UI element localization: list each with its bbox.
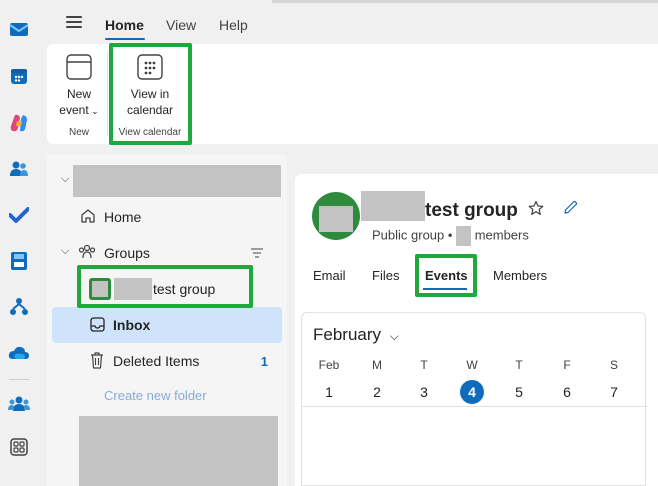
tab-events[interactable]: Events xyxy=(425,268,468,283)
folder-label-groups: Groups xyxy=(104,245,150,261)
tab-home-underline xyxy=(105,38,145,40)
calendar-day[interactable]: 7 xyxy=(600,380,628,404)
hamburger-menu-icon[interactable] xyxy=(66,16,82,28)
folder-item-groups[interactable]: ⌵ Groups xyxy=(47,235,282,271)
new-event-icon xyxy=(66,54,92,80)
create-new-folder-link[interactable]: Create new folder xyxy=(104,388,207,403)
folder-item-deleted[interactable]: Deleted Items 1 xyxy=(47,343,282,379)
ribbon-divider xyxy=(107,52,108,136)
calendar-day[interactable]: 3 xyxy=(410,380,438,404)
filter-icon[interactable] xyxy=(251,248,263,258)
calendar-month: February xyxy=(313,325,382,344)
redacted-block xyxy=(79,416,278,486)
calendar-card: February ⌵ Feb M T W T F S 1 2 3 4 5 6 7 xyxy=(301,312,647,486)
ribbon-group-new: New xyxy=(68,127,89,138)
calendar-day-name: W xyxy=(466,358,478,372)
calendar-day[interactable]: 5 xyxy=(505,380,533,404)
group-subtitle: Public group • members xyxy=(372,226,529,246)
group-visibility: Public group xyxy=(372,227,445,243)
chevron-down-icon[interactable]: ⌵ xyxy=(61,245,69,258)
rail-divider xyxy=(9,379,29,380)
more-apps-icon[interactable] xyxy=(8,436,30,458)
new-event-button[interactable]: New event ⌄ xyxy=(55,54,103,119)
calendar-day-name: M xyxy=(372,358,382,372)
folder-item-home[interactable]: Home xyxy=(47,199,282,235)
tab-help[interactable]: Help xyxy=(219,17,248,33)
group-avatar xyxy=(89,278,111,300)
calendar-day[interactable]: 1 xyxy=(315,380,343,404)
group-title-redacted xyxy=(361,191,425,221)
onedrive-app-icon[interactable] xyxy=(8,342,30,364)
member-count-redacted xyxy=(456,226,472,246)
group-title: test group xyxy=(425,200,518,221)
group-tabs: Email Files Events Members xyxy=(295,264,658,290)
folder-pane: ⌵ Home ⌵ Groups test group Inbox Deleted… xyxy=(47,155,287,486)
tab-view[interactable]: View xyxy=(166,17,196,33)
folder-item-inbox[interactable]: Inbox xyxy=(52,307,282,343)
view-in-calendar-button[interactable]: View in calendar xyxy=(115,54,185,118)
calendar-day[interactable]: 2 xyxy=(363,380,391,404)
top-menu-bar: Home View Help xyxy=(38,0,658,44)
calendar-day[interactable]: 6 xyxy=(553,380,581,404)
top-strip xyxy=(272,0,658,3)
groups-icon xyxy=(78,244,96,260)
calendar-app-icon[interactable] xyxy=(8,65,30,87)
ribbon: New event ⌄ New View in calendar View ca… xyxy=(47,44,658,144)
new-event-label-1: New xyxy=(66,87,91,101)
calendar-day-name: Feb xyxy=(318,358,340,372)
todo-app-icon[interactable] xyxy=(8,204,30,226)
groups-app-icon[interactable] xyxy=(8,393,30,415)
folder-item-group[interactable]: test group xyxy=(47,271,282,307)
edit-pencil-icon[interactable] xyxy=(563,200,578,215)
chevron-down-icon: ⌄ xyxy=(88,106,99,116)
calendar-day-name: T xyxy=(420,358,428,372)
account-name-redacted xyxy=(73,165,281,197)
calendar-day-name: F xyxy=(563,358,571,372)
ribbon-group-view-calendar: View calendar xyxy=(118,127,182,138)
inbox-icon xyxy=(90,317,105,332)
group-members-label[interactable]: members xyxy=(475,227,529,242)
tab-home[interactable]: Home xyxy=(105,17,144,33)
group-avatar-large xyxy=(312,192,360,240)
new-event-label-2: event ⌄ xyxy=(59,103,99,117)
tab-members[interactable]: Members xyxy=(493,268,547,283)
calendar-month-picker[interactable]: February ⌵ xyxy=(313,325,399,345)
folder-label-group: test group xyxy=(153,281,216,297)
calendar-day-name: S xyxy=(609,358,618,372)
trash-icon xyxy=(90,352,104,369)
deleted-count-badge: 1 xyxy=(260,353,268,369)
view-in-calendar-label-1: View in xyxy=(130,87,170,101)
org-app-icon[interactable] xyxy=(8,296,30,318)
notes-app-icon[interactable] xyxy=(8,250,30,272)
app-rail xyxy=(0,0,38,486)
folder-label-deleted: Deleted Items xyxy=(113,353,200,369)
calendar-dots-icon xyxy=(137,54,163,80)
group-name-redacted xyxy=(114,278,152,300)
calendar-divider xyxy=(302,406,647,407)
tab-email[interactable]: Email xyxy=(313,268,346,283)
tab-events-underline xyxy=(423,288,467,290)
chevron-down-icon: ⌵ xyxy=(389,329,399,343)
folder-label-inbox: Inbox xyxy=(113,317,151,333)
calendar-day-name: T xyxy=(515,358,523,372)
folder-label-home: Home xyxy=(104,209,142,225)
people-app-icon[interactable] xyxy=(8,158,30,180)
mail-app-icon[interactable] xyxy=(8,18,30,40)
home-icon xyxy=(80,208,96,224)
copilot-app-icon[interactable] xyxy=(8,112,30,134)
view-in-calendar-label-2: calendar xyxy=(126,103,174,117)
star-icon[interactable] xyxy=(528,200,544,216)
tab-files[interactable]: Files xyxy=(372,268,399,283)
calendar-day-today[interactable]: 4 xyxy=(460,380,484,404)
chevron-down-icon[interactable]: ⌵ xyxy=(61,173,69,186)
